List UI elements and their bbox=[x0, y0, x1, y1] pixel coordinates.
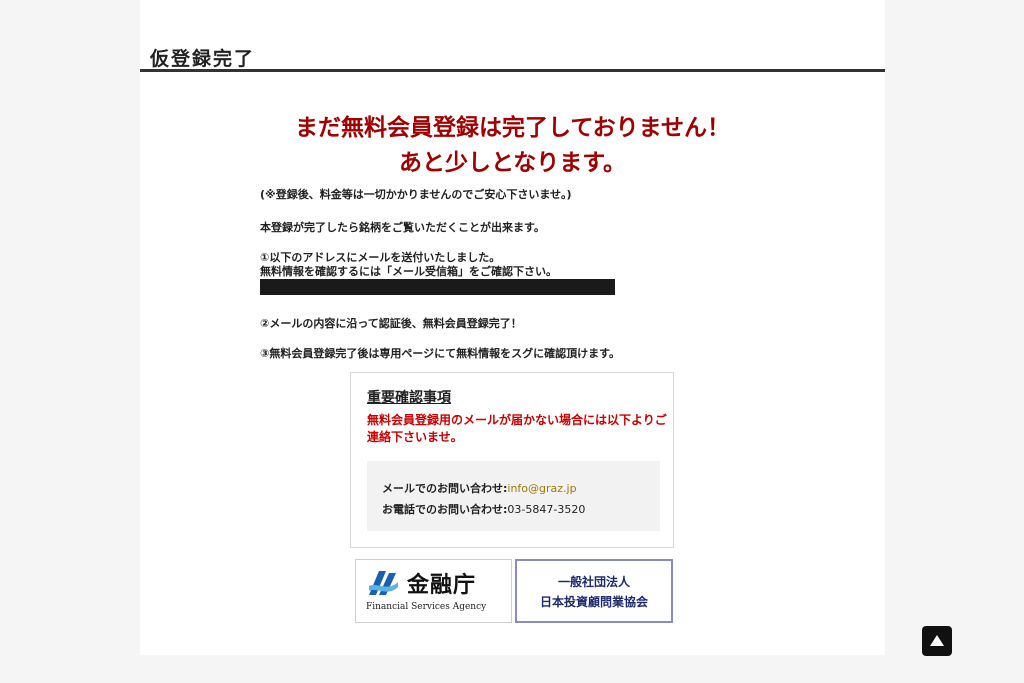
contact-panel bbox=[367, 461, 660, 531]
notice-warning: 無料会員登録用のメールが届かない場合には以下よりご連絡下さいませ。 bbox=[367, 413, 667, 444]
headline-line-1: まだ無料会員登録は完了しておりません！ bbox=[295, 115, 730, 141]
jiaa-line-1: 一般社団法人 bbox=[557, 575, 630, 589]
headline-line-2: あと少しとなります。 bbox=[398, 150, 626, 176]
note-after-registration: 本登録が完了したら銘柄をご覧いただくことが出来ます。 bbox=[260, 221, 545, 234]
back-to-top-button[interactable] bbox=[922, 626, 952, 656]
email-contact-label: メールでのお問い合わせ: bbox=[382, 482, 508, 495]
fsa-name: 金融庁 bbox=[407, 573, 477, 598]
fsa-english-name: Financial Services Agency bbox=[366, 602, 487, 612]
step-3: ③無料会員登録完了後は専用ページにて無料情報をスグに確認頂けます。 bbox=[260, 347, 620, 360]
title-divider bbox=[140, 69, 885, 72]
phone-contact-label: お電話でのお問い合わせ: bbox=[382, 503, 508, 516]
page-title: 仮登録完了 bbox=[150, 48, 256, 70]
phone-contact: お電話でのお問い合わせ:03-5847-3520 bbox=[382, 501, 585, 517]
note-free-of-charge: (※登録後、料金等は一切かかりませんのでご安心下さいませ。) bbox=[260, 188, 572, 201]
email-link[interactable]: info@graz.jp bbox=[507, 482, 576, 495]
jiaa-banner[interactable]: 一般社団法人 日本投資顧問業協会 bbox=[515, 559, 673, 623]
step-2: ②メールの内容に沿って認証後、無料会員登録完了！ bbox=[260, 317, 522, 330]
email-contact: メールでのお問い合わせ:info@graz.jp bbox=[382, 480, 577, 496]
notice-title: 重要確認事項 bbox=[367, 390, 451, 406]
triangle-up-icon bbox=[930, 635, 944, 646]
fsa-banner[interactable]: 金融庁 Financial Services Agency bbox=[355, 559, 512, 623]
step-1-line-2: 無料情報を確認するには「メール受信箱」をご確認下さい。 bbox=[260, 265, 557, 278]
phone-number: 03-5847-3520 bbox=[507, 503, 586, 516]
redacted-email-address bbox=[260, 279, 615, 295]
jiaa-line-2: 日本投資顧問業協会 bbox=[539, 595, 648, 609]
fsa-logo-icon bbox=[369, 571, 398, 595]
